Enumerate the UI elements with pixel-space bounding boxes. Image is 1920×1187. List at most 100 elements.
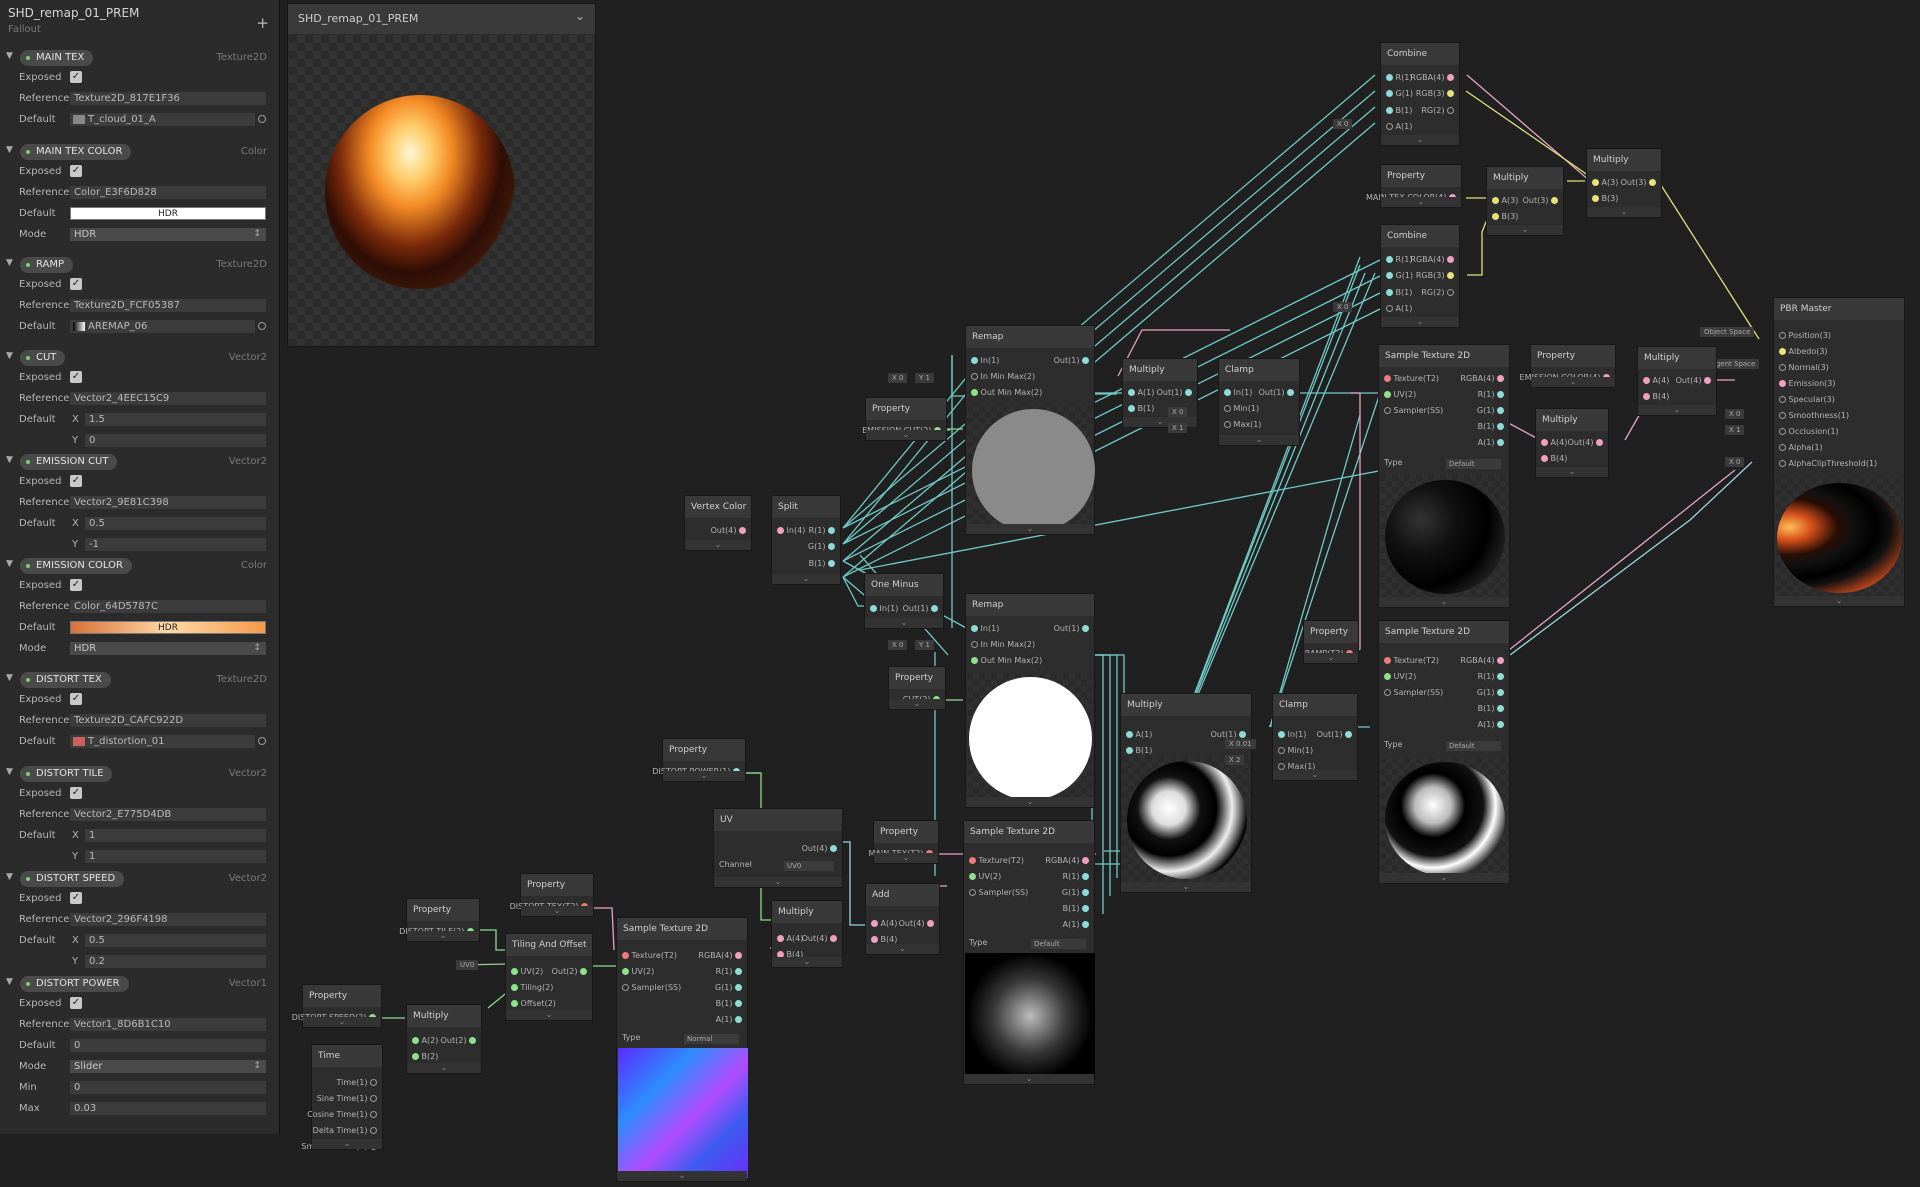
- channel-dropdown[interactable]: UV0: [784, 861, 834, 871]
- input-port[interactable]: In(1): [1278, 729, 1306, 741]
- collapse-chevron-icon[interactable]: ▼: [6, 872, 13, 882]
- collapse-chevron-icon[interactable]: ⌄: [889, 699, 945, 709]
- property-name-pill[interactable]: MAIN TEX COLOR: [20, 144, 132, 160]
- property-distort-power-node[interactable]: PropertyDISTORT POWER(1) ⌄: [652, 738, 746, 782]
- input-port[interactable]: AlphaClipThreshold(1): [1779, 458, 1877, 470]
- output-port[interactable]: B(1): [1063, 903, 1089, 915]
- output-port[interactable]: Out(1): [1157, 387, 1192, 399]
- input-port[interactable]: A(1): [1386, 303, 1412, 315]
- collapse-chevron-icon[interactable]: ⌄: [1381, 197, 1461, 207]
- exposed-checkbox[interactable]: ✓: [70, 579, 82, 591]
- remap2-x-value[interactable]: X 0: [888, 640, 908, 650]
- output-port[interactable]: Out(3): [1523, 195, 1558, 207]
- input-port[interactable]: UV(2): [1384, 389, 1416, 401]
- input-port[interactable]: G(1): [1386, 270, 1413, 282]
- clamp-node-2[interactable]: Clamp In(1) Min(1) Max(1) Out(1) ⌄: [1272, 693, 1358, 781]
- property-header[interactable]: ▼ CUT Vector2: [0, 348, 279, 368]
- input-port[interactable]: B(2): [412, 1051, 438, 1063]
- output-port[interactable]: Delta Time(1): [313, 1125, 377, 1137]
- input-port[interactable]: Smoothness(1): [1779, 410, 1849, 422]
- collapse-chevron-icon[interactable]: ⌄: [1487, 225, 1563, 235]
- max-field[interactable]: 0.03: [70, 1102, 266, 1115]
- clamp-node-1[interactable]: Clamp In(1) Min(1) Max(1) Out(1) ⌄: [1218, 358, 1300, 446]
- texture-object-field[interactable]: AREMAP_06: [70, 320, 255, 333]
- exposed-checkbox[interactable]: ✓: [70, 371, 82, 383]
- property-name-pill[interactable]: CUT: [20, 350, 66, 366]
- input-port[interactable]: Min(1): [1278, 745, 1313, 757]
- input-port[interactable]: Min(1): [1224, 403, 1259, 415]
- collapse-chevron-icon[interactable]: ▼: [6, 455, 13, 465]
- min-field[interactable]: 0: [70, 1081, 266, 1094]
- sample-texture-node-3[interactable]: Sample Texture 2D Texture(T2) UV(2) Samp…: [963, 820, 1095, 1085]
- input-port[interactable]: A(3): [1492, 195, 1518, 207]
- collapse-chevron-icon[interactable]: ⌄: [866, 430, 946, 440]
- multiply-node-8[interactable]: Multiply A(2) B(2) Out(2) ⌄: [406, 1004, 482, 1074]
- x-field[interactable]: 1: [85, 829, 266, 842]
- exposed-checkbox[interactable]: ✓: [70, 165, 82, 177]
- input-port[interactable]: UV(2): [1384, 671, 1416, 683]
- property-distort-tex-node[interactable]: PropertyDISTORT TEX(T2) ⌄: [510, 873, 594, 917]
- tiling-offset-node[interactable]: Tiling And Offset UV(2) Tiling(2) Offset…: [505, 933, 593, 1021]
- input-port[interactable]: A(1): [1386, 121, 1412, 133]
- input-port[interactable]: Texture(T2): [969, 855, 1024, 867]
- multiply-node-7[interactable]: Multiply A(4) B(4) Out(4) ⌄: [771, 900, 843, 968]
- collapse-chevron-icon[interactable]: ⌄: [685, 540, 751, 550]
- property-name-pill[interactable]: EMISSION CUT: [20, 454, 118, 470]
- output-port[interactable]: RGB(3): [1416, 88, 1454, 100]
- output-port[interactable]: Out(4): [802, 843, 837, 855]
- main-preview-title-bar[interactable]: SHD_remap_01_PREM: [288, 1, 595, 34]
- pbr-alphaclip-value[interactable]: X 0: [1725, 457, 1745, 467]
- property-header[interactable]: ▼ DISTORT TEX Texture2D: [0, 670, 279, 690]
- collapse-chevron-icon[interactable]: ⌄: [1531, 377, 1615, 387]
- texture-object-field[interactable]: T_cloud_01_A: [70, 113, 255, 126]
- output-port[interactable]: B(1): [809, 558, 835, 570]
- input-port[interactable]: A(4): [777, 933, 803, 945]
- collapse-chevron-icon[interactable]: ▼: [6, 51, 13, 61]
- property-name-pill[interactable]: EMISSION COLOR: [20, 558, 132, 574]
- pbr-master-node[interactable]: PBR Master Position(3) Albedo(3) Normal(…: [1773, 297, 1905, 607]
- property-ramp-node[interactable]: PropertyRAMP(T2) ⌄: [1303, 620, 1359, 664]
- input-port[interactable]: In Min Max(2): [971, 371, 1035, 383]
- input-port[interactable]: Sampler(SS): [1384, 405, 1443, 417]
- output-port[interactable]: A(1): [716, 1014, 742, 1026]
- input-port[interactable]: B(3): [1492, 211, 1518, 223]
- object-picker-icon[interactable]: [258, 737, 266, 745]
- input-port[interactable]: In(1): [971, 623, 999, 635]
- input-port[interactable]: R(1): [1386, 254, 1412, 266]
- collapse-chevron-icon[interactable]: ⌄: [1379, 597, 1509, 607]
- input-port[interactable]: Occlusion(1): [1779, 426, 1839, 438]
- exposed-checkbox[interactable]: ✓: [70, 71, 82, 83]
- output-port[interactable]: Cosine Time(1): [307, 1109, 377, 1121]
- sample-texture-node-1[interactable]: Sample Texture 2D Texture(T2) UV(2) Samp…: [1378, 344, 1510, 608]
- collapse-chevron-icon[interactable]: ⌄: [714, 877, 842, 887]
- input-port[interactable]: Max(1): [1224, 419, 1261, 431]
- uv-node[interactable]: UV Out(4) Channel UV0 ⌄: [713, 808, 843, 888]
- output-port[interactable]: Out(4): [711, 525, 746, 537]
- time-node[interactable]: Time Time(1) Sine Time(1) Cosine Time(1) …: [301, 1044, 383, 1151]
- output-port[interactable]: Out(4): [899, 918, 934, 930]
- collapse-chevron-icon[interactable]: ▼: [6, 258, 13, 268]
- property-name-pill[interactable]: DISTORT POWER: [20, 976, 129, 992]
- reference-field[interactable]: Vector2_296F4198: [70, 913, 266, 926]
- input-port[interactable]: Alpha(1): [1779, 442, 1823, 454]
- output-port[interactable]: Out(4): [1568, 437, 1603, 449]
- type-dropdown[interactable]: Default: [1031, 939, 1086, 949]
- output-port[interactable]: R(1): [716, 966, 742, 978]
- input-port[interactable]: Texture(T2): [1384, 655, 1439, 667]
- input-port[interactable]: Offset(2): [511, 998, 556, 1010]
- collapse-chevron-icon[interactable]: ⌄: [1381, 135, 1459, 145]
- input-port[interactable]: G(1): [1386, 88, 1413, 100]
- property-name-pill[interactable]: MAIN TEX: [20, 50, 94, 66]
- reference-field[interactable]: Texture2D_817E1F36: [70, 92, 266, 105]
- collapse-chevron-icon[interactable]: ⌄: [866, 944, 939, 954]
- output-port[interactable]: G(1): [1477, 405, 1504, 417]
- pbr-occlusion-value[interactable]: X 1: [1725, 425, 1745, 435]
- output-port[interactable]: A(1): [1063, 919, 1089, 931]
- property-header[interactable]: ▼ EMISSION CUT Vector2: [0, 452, 279, 472]
- collapse-chevron-icon[interactable]: ⌄: [663, 771, 745, 781]
- remap1-y-value[interactable]: Y 1: [915, 373, 934, 383]
- collapse-chevron-icon[interactable]: ⌄: [303, 1017, 381, 1027]
- reference-field[interactable]: Vector2_E775D4DB: [70, 808, 266, 821]
- output-port[interactable]: B(1): [716, 998, 742, 1010]
- remap-node-2[interactable]: Remap In(1) In Min Max(2) Out Min Max(2)…: [965, 593, 1095, 808]
